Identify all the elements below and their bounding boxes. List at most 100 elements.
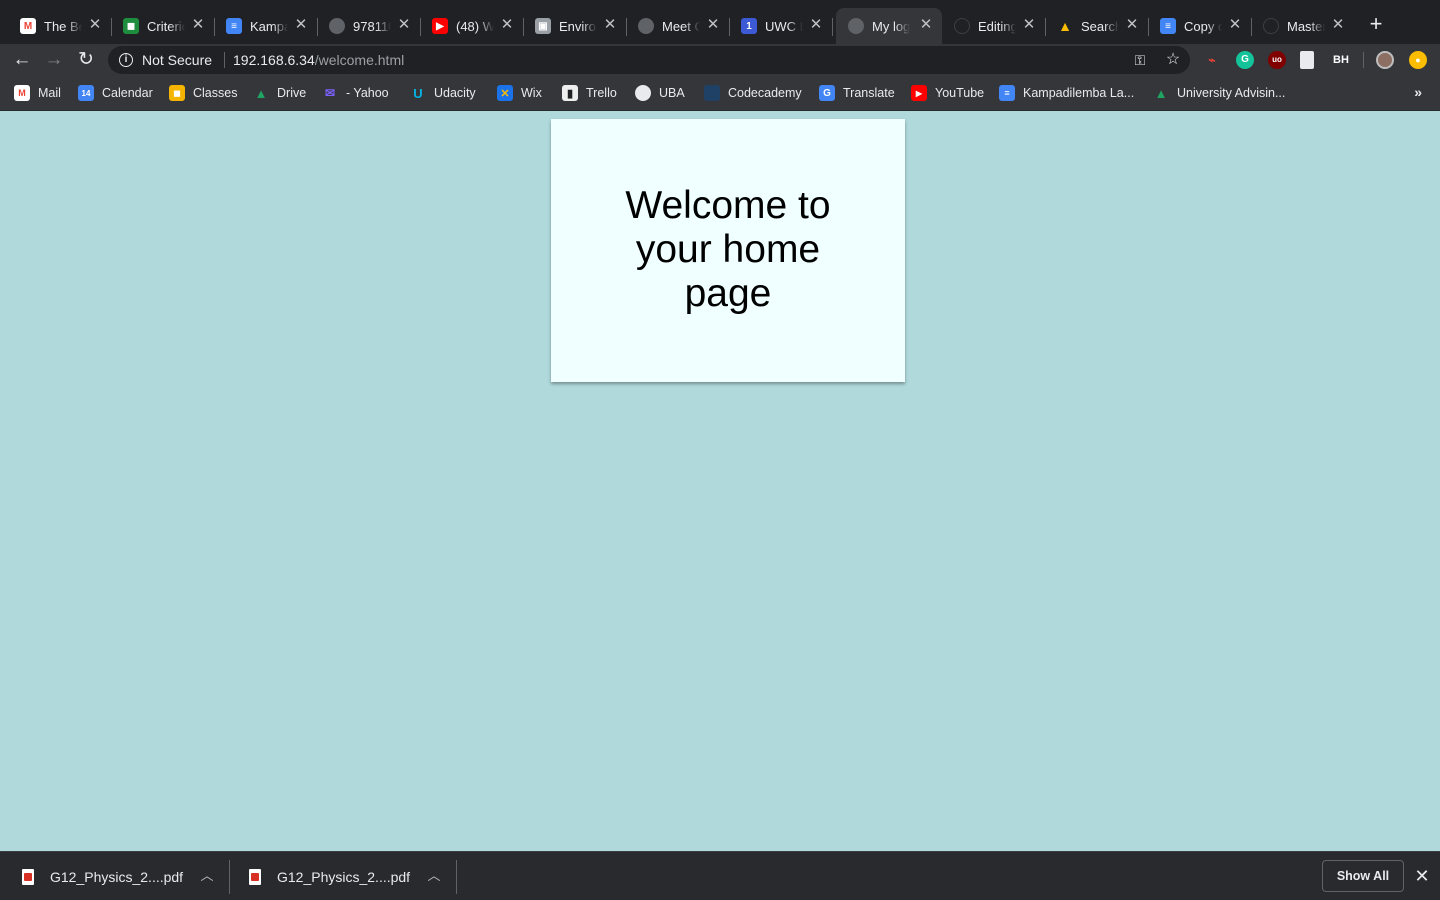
close-tab-icon[interactable]: ✕ — [705, 17, 721, 33]
classroom-icon: ◼ — [169, 85, 185, 101]
update-icon[interactable]: ● — [1409, 51, 1427, 69]
bookmark-label: Codecademy — [728, 86, 802, 100]
tab-title: Kampa — [250, 18, 288, 34]
bookmark-drive[interactable]: ▲ Drive — [253, 84, 307, 102]
docs-icon: ≡ — [999, 85, 1015, 101]
tab-title: Search — [1081, 18, 1119, 34]
tab[interactable]: ◼ Criterio ✕ — [111, 8, 215, 44]
bookmark-yahoo[interactable]: ✉ - Yahoo — [322, 84, 389, 102]
info-icon[interactable]: i — [119, 53, 133, 67]
grammarly-icon[interactable]: G — [1236, 51, 1254, 69]
tab-title: Enviror — [559, 18, 597, 34]
avatar[interactable] — [1376, 51, 1394, 69]
globe-icon — [635, 85, 651, 101]
tab-title: My log — [872, 18, 910, 34]
url-text[interactable]: 192.168.6.34/welcome.html — [233, 52, 404, 68]
welcome-heading: Welcome to your home page — [625, 184, 831, 315]
bookmark-label: Translate — [843, 86, 895, 100]
download-separator — [456, 860, 457, 894]
bookmark-kampadilemba[interactable]: ≡ Kampadilemba La... — [999, 84, 1134, 102]
tab[interactable]: Meet C ✕ — [626, 8, 730, 44]
bookmark-mail[interactable]: M Mail — [14, 84, 61, 102]
image-icon: ▣ — [535, 18, 551, 34]
url-host: 192.168.6.34 — [233, 52, 315, 68]
github-icon — [1263, 18, 1279, 34]
close-tab-icon[interactable]: ✕ — [1021, 17, 1037, 33]
bookmark-trello[interactable]: ▮ Trello — [562, 84, 617, 102]
github-icon — [954, 18, 970, 34]
bookmark-codecademy[interactable]: Codecademy — [704, 84, 802, 102]
drive-icon: ▲ — [254, 85, 268, 101]
close-tab-icon[interactable]: ✕ — [808, 17, 824, 33]
tab[interactable]: ≡ Copy o ✕ — [1148, 8, 1252, 44]
forward-arrow-icon[interactable]: → — [42, 48, 66, 72]
tab[interactable]: Master ✕ — [1251, 8, 1354, 44]
tab[interactable]: 978110 ✕ — [317, 8, 421, 44]
download-shelf: G12_Physics_2....pdf ︿ G12_Physics_2....… — [0, 851, 1440, 900]
tab-title: Meet C — [662, 18, 700, 34]
bookmark-uba[interactable]: UBA — [635, 84, 685, 102]
bookmark-calendar[interactable]: 14 Calendar — [78, 84, 153, 102]
more-bookmarks-chevron-icon[interactable]: » — [1414, 84, 1422, 100]
download-item[interactable]: G12_Physics_2....pdf — [22, 852, 183, 900]
tab-title: Criterio — [147, 18, 185, 34]
chevron-up-icon[interactable]: ︿ — [425, 867, 443, 885]
close-tab-icon[interactable]: ✕ — [396, 17, 412, 33]
reload-icon[interactable]: ↻ — [74, 48, 98, 72]
key-icon[interactable]: ⚿ — [1131, 51, 1149, 69]
document-icon[interactable] — [1300, 51, 1314, 69]
close-tab-icon[interactable]: ✕ — [1227, 17, 1243, 33]
globe-icon — [329, 18, 345, 34]
tab[interactable]: ▶ (48) W ✕ — [420, 8, 524, 44]
extension-bh-icon[interactable]: BH — [1332, 51, 1350, 69]
calendar-icon: 1 — [741, 18, 757, 34]
bookmark-wix[interactable]: ✕ Wix — [497, 84, 542, 102]
tab[interactable]: ≡ Kampa ✕ — [214, 8, 318, 44]
tab-strip: M The Be ✕ ◼ Criterio ✕ ≡ Kampa ✕ 978110 ✕ ▶ (48… — [0, 0, 1440, 44]
chevron-up-icon[interactable]: ︿ — [198, 867, 216, 885]
bookmark-label: YouTube — [935, 86, 985, 100]
close-tab-icon[interactable]: ✕ — [499, 17, 515, 33]
close-tab-icon[interactable]: ✕ — [293, 17, 309, 33]
docs-icon: ≡ — [226, 18, 242, 34]
tab[interactable]: ▲ Search ✕ — [1045, 8, 1149, 44]
bookmark-translate[interactable]: G Translate — [819, 84, 895, 102]
tab[interactable]: M The Be ✕ — [8, 8, 112, 44]
calendar-icon: 14 — [78, 85, 94, 101]
close-tab-icon[interactable]: ✕ — [602, 17, 618, 33]
bookmark-label: Mail — [38, 86, 61, 100]
close-tab-icon[interactable]: ✕ — [190, 17, 206, 33]
close-tab-icon[interactable]: ✕ — [918, 17, 934, 33]
tab[interactable]: Editing ✕ — [942, 8, 1046, 44]
youtube-icon: ▶ — [432, 18, 448, 34]
back-arrow-icon[interactable]: ← — [10, 48, 34, 72]
bookmark-label: Drive — [277, 86, 307, 100]
tab[interactable]: 1 UWC IS ✕ — [729, 8, 833, 44]
show-all-button[interactable]: Show All — [1322, 860, 1404, 892]
tab[interactable]: ▣ Enviror ✕ — [523, 8, 627, 44]
download-item[interactable]: G12_Physics_2....pdf — [249, 852, 410, 900]
docs-icon: ≡ — [1160, 18, 1176, 34]
bookmark-university-advising[interactable]: ▲ University Advisin... — [1153, 84, 1286, 102]
ublock-icon[interactable]: uo — [1268, 51, 1286, 69]
yahoo-mail-icon: ✉ — [324, 86, 336, 100]
close-tab-icon[interactable]: ✕ — [1124, 17, 1140, 33]
bookmark-classes[interactable]: ◼ Classes — [169, 84, 237, 102]
star-icon[interactable]: ☆ — [1164, 51, 1182, 69]
bookmark-youtube[interactable]: ▶ YouTube — [911, 84, 984, 102]
security-status[interactable]: Not Secure — [142, 52, 212, 68]
address-bar[interactable]: i Not Secure 192.168.6.34/welcome.html ⚿… — [108, 46, 1190, 74]
bookmark-label: Wix — [521, 86, 542, 100]
new-tab-button[interactable]: + — [1364, 12, 1388, 36]
browser-toolbar: ← → ↻ i Not Secure 192.168.6.34/welcome.… — [0, 44, 1440, 76]
welcome-card: Welcome to your home page — [551, 119, 905, 382]
gmail-icon: M — [20, 18, 36, 34]
tab-active[interactable]: My log ✕ — [836, 8, 942, 44]
close-icon[interactable]: ✕ — [1412, 866, 1432, 886]
close-tab-icon[interactable]: ✕ — [87, 17, 103, 33]
tab-title: Copy o — [1184, 18, 1222, 34]
extension-icon[interactable]: ⌁ — [1203, 51, 1221, 69]
bookmark-udacity[interactable]: U Udacity — [410, 84, 475, 102]
wix-icon: ✕ — [497, 85, 513, 101]
close-tab-icon[interactable]: ✕ — [1330, 17, 1346, 33]
